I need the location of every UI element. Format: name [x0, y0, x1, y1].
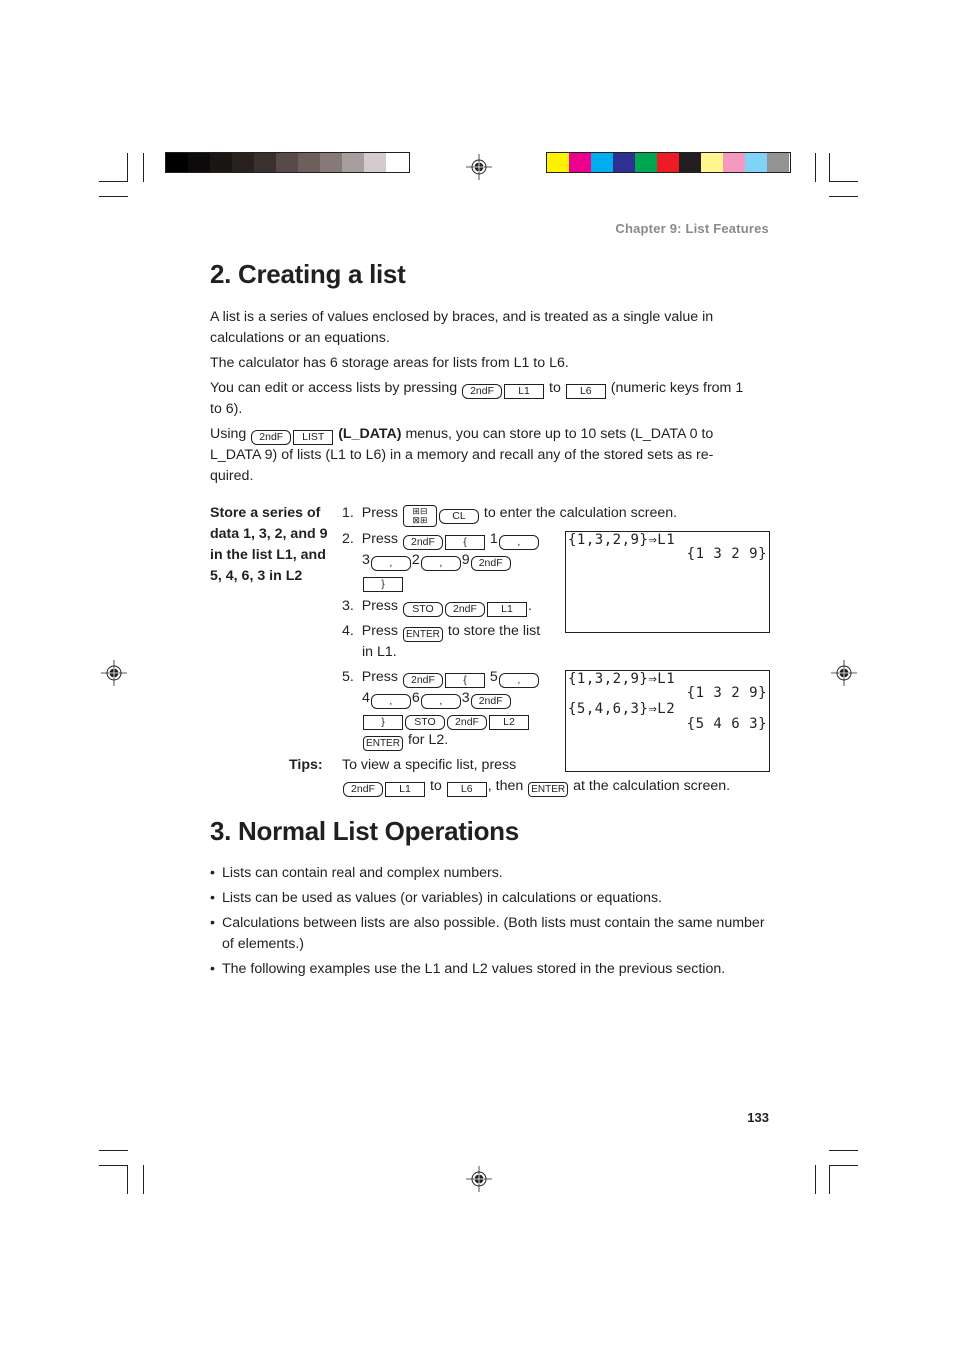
key-2ndf: 2ndF [462, 384, 503, 399]
list-item: The following examples use the L1 and L2… [210, 959, 770, 980]
key-2ndf: 2ndF [402, 535, 443, 550]
paragraph-list-definition: A list is a series of values enclosed by… [210, 309, 714, 346]
example-heading: Store a series of data 1, 3, 2, and 9 in… [210, 505, 328, 584]
key-2ndf: 2ndF [444, 602, 485, 617]
color-swatch [166, 153, 188, 172]
list-item: Lists can be used as values (or variable… [210, 888, 770, 909]
step-1: 1. Press ⊞⊟ ⊠⊞ CL to enter the calculation… [342, 505, 678, 527]
key-comma: , [498, 535, 539, 550]
key-2ndf: 2ndF [470, 694, 511, 709]
color-swatch [320, 153, 342, 172]
color-swatch [386, 153, 408, 172]
color-swatch [569, 153, 591, 172]
key-comma: , [420, 556, 461, 571]
key-2ndf: 2ndF [402, 673, 443, 688]
color-swatch [701, 153, 723, 172]
step-5: 5. Press 2ndF{ 5, 4, 6, 3 2ndF } STO 2ndF L2 E… [342, 667, 562, 751]
color-swatch [188, 153, 210, 172]
key-enter: ENTER [363, 736, 403, 751]
list-item: Lists can contain real and complex numbe… [210, 863, 770, 884]
key-2ndf: 2ndF [251, 430, 292, 445]
color-swatch [210, 153, 232, 172]
color-swatch [767, 153, 789, 172]
step-3: 3. Press STO 2ndF L1. [342, 598, 532, 617]
key-l1: L1 [504, 384, 545, 399]
key-l2: L2 [489, 715, 529, 730]
color-swatch [298, 153, 320, 172]
color-calibration-bar [546, 152, 791, 173]
key-2ndf: 2ndF [343, 782, 383, 797]
color-swatch [635, 153, 657, 172]
screen-result: {1 3 2 9} [686, 685, 767, 701]
color-swatch [723, 153, 745, 172]
key-sto: STO [405, 715, 445, 730]
color-swatch [657, 153, 679, 172]
color-swatch [232, 153, 254, 172]
key-enter: ENTER [402, 627, 443, 642]
key-comma: , [498, 673, 539, 688]
chapter-header: Chapter 9: List Features [615, 221, 769, 236]
grayscale-calibration-bar [165, 152, 410, 173]
key-comma: , [420, 694, 461, 709]
tips-text: To view a specific list, press 2ndF L1 to… [342, 757, 731, 797]
paragraph-edit-access: You can edit or access lists by pressing… [210, 380, 744, 417]
paragraph-l-data: Using 2ndF LIST (L_DATA) menus, you can s… [210, 426, 714, 484]
key-cl: CL [438, 509, 479, 524]
color-swatch [745, 153, 767, 172]
key-list: LIST [293, 430, 334, 445]
key-l1: L1 [486, 602, 527, 617]
color-swatch [591, 153, 613, 172]
section-title-normal-list-operations: 3. Normal List Operations [210, 816, 519, 846]
color-swatch [342, 153, 364, 172]
key-l1: L1 [385, 782, 425, 797]
calculator-screen-1: {1,3,2,9}⇒L1 {1 3 2 9} [565, 531, 770, 633]
step-2: 2. Press 2ndF{ 1, 3, 2, 9 2ndF } [342, 529, 562, 592]
color-swatch [276, 153, 298, 172]
key-right-brace: } [363, 715, 403, 730]
key-sto: STO [402, 602, 443, 617]
section-title-creating-a-list: 2. Creating a list [210, 259, 406, 289]
registration-mark-icon [101, 660, 127, 686]
key-l6: L6 [565, 384, 606, 399]
key-comma: , [370, 694, 411, 709]
registration-mark-icon [466, 1166, 492, 1192]
screen-result: {5 4 6 3} [686, 716, 767, 732]
color-swatch [679, 153, 701, 172]
tips-label: Tips: [289, 757, 323, 773]
screen-line: {1,3,2,9}⇒L1 [568, 532, 676, 548]
key-left-brace: { [444, 673, 485, 688]
screen-line: {1,3,2,9}⇒L1 [568, 671, 676, 687]
step-4: 4. Press ENTER to store the list in L1. [342, 623, 541, 660]
key-left-brace: { [444, 535, 485, 550]
key-right-brace: } [363, 577, 403, 592]
page-number: 133 [747, 1110, 769, 1125]
paragraph-storage-areas: The calculator has 6 storage areas for l… [210, 355, 569, 371]
key-enter: ENTER [528, 782, 569, 797]
color-swatch [613, 153, 635, 172]
key-comma: , [370, 556, 411, 571]
key-2ndf: 2ndF [447, 715, 487, 730]
registration-mark-icon [466, 154, 492, 180]
screen-result: {1 3 2 9} [686, 546, 767, 562]
screen-line: {5,4,6,3}⇒L2 [568, 701, 676, 717]
list-item: Calculations between lists are also poss… [210, 913, 770, 955]
color-swatch [364, 153, 386, 172]
key-2ndf: 2ndF [470, 556, 511, 571]
registration-mark-icon [831, 660, 857, 686]
operations-bullet-list: Lists can contain real and complex numbe… [210, 863, 770, 984]
key-l6: L6 [446, 782, 487, 797]
key-menu-icon: ⊞⊟ ⊠⊞ [402, 505, 437, 527]
color-swatch [254, 153, 276, 172]
color-swatch [547, 153, 569, 172]
